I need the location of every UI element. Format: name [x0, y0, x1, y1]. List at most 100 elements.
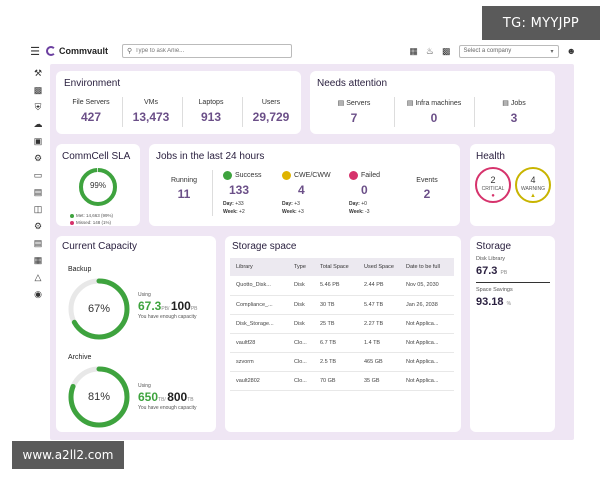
backup-total-unit: PB	[190, 306, 198, 312]
table-cell: Not Applica...	[400, 333, 454, 353]
cube-icon[interactable]: △	[28, 270, 48, 285]
stat-servers[interactable]: ▤ Servers 7	[316, 99, 392, 126]
shield-icon[interactable]: ⛨	[28, 100, 48, 115]
jobs-events[interactable]: Events 2	[407, 177, 447, 201]
stat-laptops[interactable]: Laptops 913	[184, 99, 238, 124]
stat-label: Users	[261, 99, 281, 106]
menu-icon[interactable]: ☰	[28, 45, 42, 58]
table-cell: 30 TB	[314, 295, 358, 315]
table-row[interactable]: szvorm Clo... 2.5 TB 465 GB Not Applica.…	[230, 352, 454, 372]
table-row[interactable]: Disk_Storage... Disk 25 TB 2.27 TB Not A…	[230, 314, 454, 334]
backup-used: 67.3	[138, 299, 162, 313]
divider	[474, 97, 475, 127]
space-savings-number: 93.18	[476, 296, 504, 308]
table-row[interactable]: Compliance_... Disk 30 TB 5.47 TB Jan 26…	[230, 295, 454, 315]
table-row[interactable]: vaultf28 Clo... 6.7 TB 1.4 TB Not Applic…	[230, 333, 454, 353]
table-row[interactable]: Quotto_Disk... Disk 5.46 PB 2.44 PB Nov …	[230, 276, 454, 296]
week-delta: +2	[239, 209, 245, 215]
column-header[interactable]: Used Space	[358, 258, 400, 276]
divider	[122, 97, 123, 127]
network-icon[interactable]: ◫	[28, 202, 48, 217]
stat-users[interactable]: Users 29,729	[244, 99, 298, 124]
stat-label: ▤ Infra machines	[396, 99, 472, 108]
package-icon[interactable]: ◉	[28, 287, 48, 302]
bell-icon[interactable]: ♨	[426, 46, 434, 57]
machine-icon: ▤	[406, 100, 414, 107]
table-cell: Clo...	[288, 333, 314, 353]
sla-missed-text: Missed: 148 (1%)	[76, 220, 112, 225]
using-label: Using	[138, 292, 151, 298]
week-delta: +3	[298, 209, 304, 215]
cloud-icon[interactable]: ☁	[28, 117, 48, 132]
jobs-failed[interactable]: Failed 0 Day: +0 Week: -3	[349, 171, 399, 216]
storage-space-card[interactable]: Storage space Library Type Total Space U…	[225, 236, 461, 432]
sla-card[interactable]: CommCell SLA 99% Met: 14,663 (99%) Misse…	[56, 144, 140, 226]
report-icon[interactable]: ▦	[409, 46, 418, 57]
chart-icon[interactable]: ▩	[28, 83, 48, 98]
job-label: Events	[416, 177, 438, 184]
divider	[242, 97, 243, 127]
column-header[interactable]: Library	[230, 258, 288, 276]
user-icon[interactable]: ☻	[567, 46, 576, 56]
health-warning[interactable]: 4 WARNING ▲	[515, 167, 551, 203]
backup-percent: 67%	[87, 303, 111, 315]
column-header[interactable]: Type	[288, 258, 314, 276]
stat-infra-machines[interactable]: ▤ Infra machines 0	[396, 99, 472, 126]
sla-met: Met: 14,663 (99%)	[70, 213, 113, 218]
stat-jobs[interactable]: ▤ Jobs 3	[476, 99, 552, 126]
archive-usage: 650TB/ 800TB	[138, 390, 196, 404]
day-label: Day:	[223, 201, 234, 207]
storage-card[interactable]: Storage Disk Library 67.3 PB Space Savin…	[470, 236, 555, 432]
backup-usage: 67.3PB/ 100PB	[138, 299, 198, 313]
dashboard-icon[interactable]: ⚙	[28, 151, 48, 166]
database-icon[interactable]: ▤	[28, 185, 48, 200]
stat-value: 0	[430, 111, 438, 125]
table-row[interactable]: vault2802 Clo... 70 GB 35 GB Not Applica…	[230, 371, 454, 391]
table-cell: Jan 26, 2038	[400, 295, 454, 315]
stat-label: Laptops	[198, 99, 224, 106]
chevron-down-icon: ▾	[550, 48, 554, 55]
top-bar: ☰ Commvault ⚲ ▦ ♨ ▩ Select a company ▾ ☻	[28, 40, 576, 62]
settings-icon[interactable]: ⚙	[28, 219, 48, 234]
environment-card[interactable]: Environment File Servers 427 VMs 13,473 …	[56, 71, 301, 134]
jobs-card[interactable]: Jobs in the last 24 hours Running 11 Suc…	[149, 144, 460, 226]
job-deltas: Day: +3 Week: +3	[282, 200, 342, 216]
jobs-success[interactable]: Success 133 Day: +33 Week: +2	[223, 171, 273, 216]
health-card[interactable]: Health 2 CRITICAL ● 4 WARNING ▲	[470, 144, 555, 226]
job-deltas: Day: +0 Week: -3	[349, 200, 399, 216]
warning-icon: ▲	[530, 193, 536, 199]
table-cell: Compliance_...	[230, 295, 288, 315]
stat-vms[interactable]: VMs 13,473	[124, 99, 178, 124]
apps-icon[interactable]: ▦	[28, 253, 48, 268]
column-header[interactable]: Total Space	[314, 258, 358, 276]
stat-label: VMs	[144, 99, 158, 106]
archive-label: Archive	[68, 354, 92, 361]
stat-file-servers[interactable]: File Servers 427	[64, 99, 118, 124]
success-dot	[223, 171, 232, 180]
jobs-cwe[interactable]: CWE/CWW 4 Day: +3 Week: +3	[282, 171, 342, 216]
archive-used: 650	[138, 390, 159, 404]
briefcase-icon[interactable]: ▣	[28, 134, 48, 149]
job-value: 2	[423, 187, 431, 201]
search-input[interactable]	[135, 48, 286, 54]
report-icon[interactable]: ▤	[28, 236, 48, 251]
capacity-card[interactable]: Current Capacity Backup 67% Using 67.3PB…	[56, 236, 216, 432]
tools-icon[interactable]: ⚒	[28, 66, 48, 81]
app-logo[interactable]: Commvault	[46, 46, 108, 56]
table-cell: Disk_Storage...	[230, 314, 288, 334]
health-critical[interactable]: 2 CRITICAL ●	[475, 167, 511, 203]
day-delta: +3	[294, 201, 300, 207]
storage-space-title: Storage space	[232, 241, 297, 252]
jobs-running[interactable]: Running 11	[165, 177, 203, 201]
search-box[interactable]: ⚲	[122, 44, 293, 58]
storage-title: Storage	[476, 241, 512, 252]
table-cell: Clo...	[288, 352, 314, 372]
using-label: Using	[138, 383, 151, 389]
needs-attention-card[interactable]: Needs attention ▤ Servers 7 ▤ Infra machin…	[310, 71, 555, 134]
monitor-icon[interactable]: ▭	[28, 168, 48, 183]
column-header[interactable]: Date to be full	[400, 258, 454, 276]
company-select[interactable]: Select a company ▾	[458, 44, 559, 58]
table-cell: 6.7 TB	[314, 333, 358, 353]
archive-used-unit: TB/	[158, 397, 166, 403]
grid-icon[interactable]: ▩	[442, 46, 451, 57]
